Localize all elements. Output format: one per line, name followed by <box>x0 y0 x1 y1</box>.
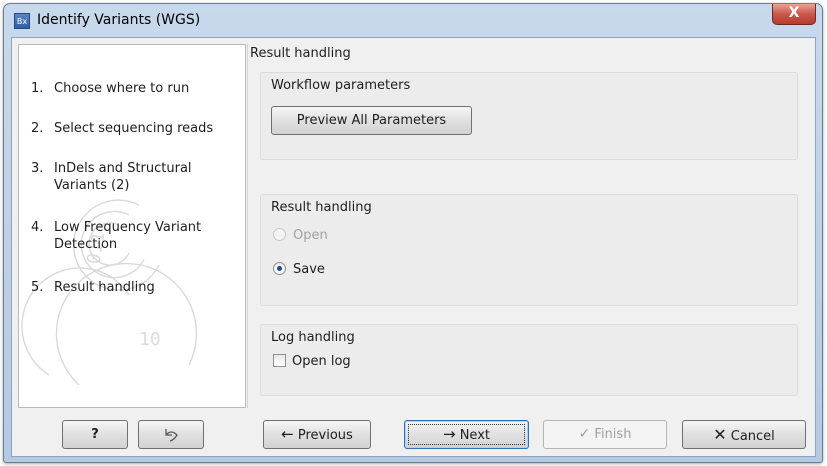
close-button[interactable]: X <box>772 4 816 25</box>
save-radio-label: Save <box>293 262 325 277</box>
step-item-5-current[interactable]: 5. Result handling <box>31 279 241 296</box>
dialog-body: 10 011 1. Choose where to run 2. Select se… <box>11 37 816 457</box>
checkmark-icon: ✓ <box>578 426 591 442</box>
title-bar[interactable]: Bx Identify Variants (WGS) X <box>4 4 822 36</box>
step-number: 4. <box>31 220 44 235</box>
close-icon: X <box>788 5 800 21</box>
focus-outline <box>408 424 525 445</box>
finish-label: Finish <box>594 427 632 442</box>
step-item-1[interactable]: 1. Choose where to run <box>31 80 241 97</box>
reset-button[interactable] <box>138 420 204 449</box>
section-title: Result handling <box>250 46 351 61</box>
preview-all-parameters-button[interactable]: Preview All Parameters <box>271 106 472 135</box>
finish-button[interactable]: ✓ Finish <box>543 420 667 449</box>
group-title: Log handling <box>271 330 355 345</box>
group-title: Workflow parameters <box>271 78 411 93</box>
log-handling-group: Log handling Open log <box>260 324 798 396</box>
content-panel: Result handling Workflow parameters Prev… <box>250 44 812 408</box>
step-label: InDels and Structural Variants (2) <box>54 161 192 193</box>
next-button[interactable]: → Next <box>404 420 529 449</box>
wizard-steps-panel: 10 011 1. Choose where to run 2. Select se… <box>18 44 246 408</box>
step-label: Select sequencing reads <box>54 121 214 136</box>
arrow-left-icon: ← <box>281 425 294 443</box>
radio-button[interactable] <box>273 228 286 241</box>
step-number: 5. <box>31 280 44 295</box>
radio-button[interactable] <box>273 262 286 275</box>
result-handling-group: Result handling Open Save <box>260 194 798 306</box>
button-bar: ? ← Previous → Next ✓ Finish ✕ Cancel <box>12 408 815 456</box>
help-button[interactable]: ? <box>62 420 128 449</box>
cancel-x-icon: ✕ <box>713 425 727 444</box>
step-item-3[interactable]: 3. InDels and Structural Variants (2) <box>31 160 241 194</box>
cancel-button[interactable]: ✕ Cancel <box>682 420 806 449</box>
group-title: Result handling <box>271 200 372 215</box>
window-title: Identify Variants (WGS) <box>37 12 201 28</box>
step-item-4[interactable]: 4. Low Frequency Variant Detection <box>31 219 241 253</box>
workflow-parameters-group: Workflow parameters Preview All Paramete… <box>260 72 798 160</box>
step-number: 2. <box>31 121 44 136</box>
cancel-label: Cancel <box>730 429 775 444</box>
step-label: Result handling <box>54 280 155 295</box>
step-number: 3. <box>31 161 44 176</box>
svg-text:10: 10 <box>139 329 161 350</box>
save-radio-option[interactable]: Save <box>273 262 325 277</box>
open-radio-label: Open <box>293 228 328 243</box>
dialog-window: Bx Identify Variants (WGS) X 10 011 1. C… <box>3 3 823 463</box>
step-label: Low Frequency Variant Detection <box>54 220 202 252</box>
open-radio-option[interactable]: Open <box>273 228 328 243</box>
open-log-label: Open log <box>292 354 351 369</box>
panel-divider <box>247 44 248 408</box>
previous-label: Previous <box>297 428 353 443</box>
step-number: 1. <box>31 81 44 96</box>
step-label: Choose where to run <box>54 81 190 96</box>
open-log-checkbox[interactable] <box>273 354 286 367</box>
app-icon: Bx <box>14 13 30 29</box>
reset-arrow-icon <box>165 429 178 442</box>
help-icon: ? <box>91 427 99 442</box>
open-log-option[interactable]: Open log <box>273 354 351 369</box>
step-item-2[interactable]: 2. Select sequencing reads <box>31 120 241 137</box>
previous-button[interactable]: ← Previous <box>263 420 371 449</box>
